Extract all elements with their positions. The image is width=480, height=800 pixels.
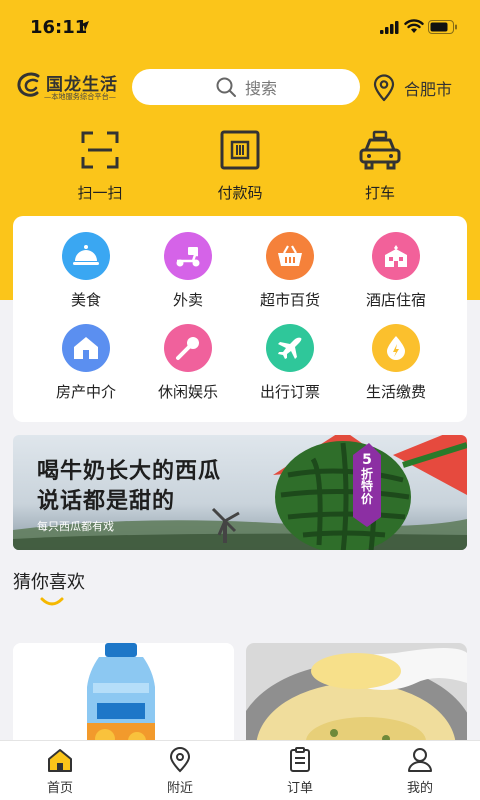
recommend-title: 猜你喜欢 [13, 572, 85, 593]
category-supermarket[interactable]: 超市百货 [240, 232, 340, 316]
location-pin-icon [169, 747, 191, 773]
app-logo: 国龙生活 —本地服务综合平台— [16, 70, 120, 104]
search-input[interactable]: 搜索 [132, 69, 360, 105]
delivery-scooter-icon [164, 232, 212, 280]
category-label: 外卖 [172, 291, 203, 309]
category-label: 美食 [70, 291, 101, 309]
category-label: 酒店住宿 [365, 291, 426, 309]
category-utility-bills[interactable]: 生活缴费 [346, 324, 446, 408]
category-label: 休闲娱乐 [157, 383, 218, 401]
promo-banner[interactable]: 喝牛奶长大的西瓜 说话都是甜的 每只西瓜都有戏 5 折 特价 [13, 435, 467, 550]
tab-label: 订单 [286, 781, 313, 796]
search-placeholder: 搜索 [244, 79, 277, 98]
category-delivery[interactable]: 外卖 [138, 232, 238, 316]
payment-code-label: 付款码 [217, 184, 263, 202]
category-travel-tickets[interactable]: 出行订票 [240, 324, 340, 408]
banner-title-line2: 说话都是甜的 [37, 489, 176, 514]
location-arrow-icon [79, 21, 89, 31]
cellular-signal-icon [380, 21, 399, 34]
title-underline-decoration [40, 597, 64, 606]
category-entertainment[interactable]: 休闲娱乐 [138, 324, 238, 408]
house-icon [62, 324, 110, 372]
lightning-drop-icon [372, 324, 420, 372]
airplane-icon [266, 324, 314, 372]
battery-icon [428, 20, 457, 34]
category-hotel[interactable]: 酒店住宿 [346, 232, 446, 316]
location-pin-icon [373, 74, 395, 102]
search-icon [216, 77, 236, 97]
banner-subtitle: 每只西瓜都有戏 [37, 520, 114, 533]
category-label: 超市百货 [259, 291, 320, 309]
tab-orders[interactable]: 订单 [240, 741, 360, 800]
tab-mine[interactable]: 我的 [360, 741, 480, 800]
category-grid: 美食 外卖 超市百货 酒店住宿 房产中介 休闲娱乐 出行订票 生活缴费 [13, 216, 467, 422]
category-food[interactable]: 美食 [36, 232, 136, 316]
food-cloche-icon [62, 232, 110, 280]
city-selector[interactable]: 合肥市 [372, 72, 452, 104]
bottom-tab-bar: 首页 附近 订单 我的 [0, 740, 480, 800]
tab-home[interactable]: 首页 [0, 741, 120, 800]
tab-label: 首页 [46, 781, 73, 796]
category-label: 生活缴费 [365, 383, 426, 401]
hotel-icon [372, 232, 420, 280]
taxi-icon [359, 130, 401, 170]
home-icon [48, 749, 72, 772]
tab-label: 我的 [406, 781, 433, 796]
discount-tag-number: 5 [362, 452, 372, 468]
clipboard-icon [290, 747, 310, 772]
user-icon [408, 748, 432, 772]
logo-mark-icon [17, 72, 40, 97]
status-bar: 16:11 [0, 0, 480, 58]
taxi-button[interactable]: 打车 [330, 130, 430, 210]
banner-title-line1: 喝牛奶长大的西瓜 [37, 459, 222, 484]
scan-icon [81, 131, 119, 169]
shopping-basket-icon [266, 232, 314, 280]
microphone-icon [164, 324, 212, 372]
tab-nearby[interactable]: 附近 [120, 741, 240, 800]
scan-label: 扫一扫 [77, 184, 123, 202]
discount-tag-label: 特价 [360, 479, 373, 506]
product-card[interactable] [13, 643, 234, 753]
category-label: 房产中介 [55, 383, 116, 401]
discount-tag: 5 折 特价 [353, 453, 381, 505]
payment-code-button[interactable]: 付款码 [190, 130, 290, 210]
city-label: 合肥市 [404, 80, 453, 99]
logo-subtitle: —本地服务综合平台— [44, 92, 116, 101]
product-card[interactable] [246, 643, 467, 753]
wifi-icon [404, 19, 424, 33]
taxi-label: 打车 [364, 184, 395, 202]
product-image-water-bottle [13, 643, 234, 753]
category-real-estate[interactable]: 房产中介 [36, 324, 136, 408]
product-image-steamed-egg [246, 643, 467, 753]
tab-label: 附近 [166, 781, 193, 796]
barcode-icon [220, 130, 260, 170]
scan-button[interactable]: 扫一扫 [50, 130, 150, 210]
category-label: 出行订票 [259, 383, 320, 401]
